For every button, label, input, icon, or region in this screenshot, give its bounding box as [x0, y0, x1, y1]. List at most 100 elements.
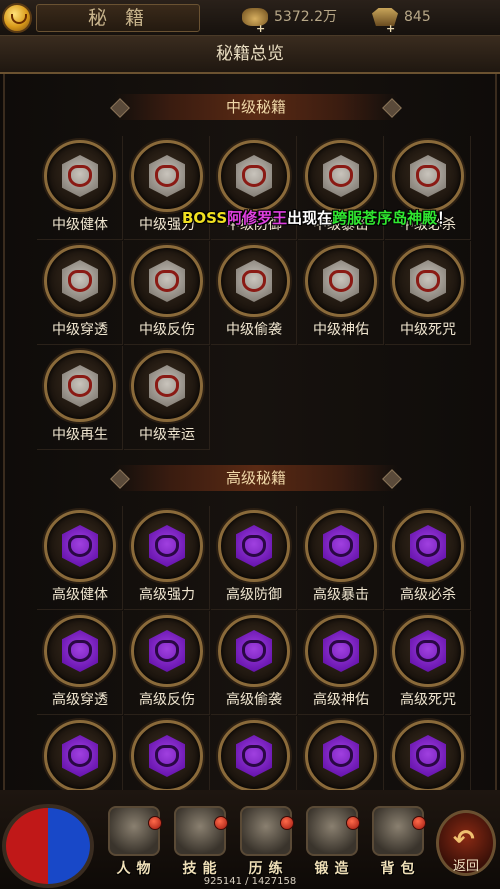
ingot-resource[interactable]: + 845 — [372, 6, 492, 35]
skill-cell[interactable]: 中级神佑 — [298, 241, 384, 345]
skill-cell[interactable]: 高级强力 — [124, 506, 210, 610]
skill-cell[interactable]: 高级偷袭 — [211, 611, 297, 715]
skill-label: 高级暴击 — [313, 587, 369, 603]
skill-badge-icon — [392, 615, 464, 687]
skill-label: 中级幸运 — [139, 427, 195, 443]
boss-announcement: BOSS阿修罗王出现在跨服苍序岛神殿！ — [182, 207, 452, 228]
section-title-mid: 中级秘籍 — [115, 94, 397, 120]
skill-badge-icon — [131, 615, 203, 687]
skill-cell[interactable]: 中级幸运 — [124, 346, 210, 450]
skill-glyph-icon — [329, 640, 353, 662]
skill-glyph-icon — [242, 640, 266, 662]
skill-cell[interactable]: 中级穿透 — [37, 241, 123, 345]
skill-glyph-icon — [68, 270, 92, 292]
skill-badge-icon — [44, 720, 116, 792]
skill-glyph-icon — [242, 535, 266, 557]
section-title-high: 高级秘籍 — [115, 465, 397, 491]
skill-label: 高级必杀 — [400, 587, 456, 603]
page-tab-title: 秘籍 — [36, 4, 200, 32]
skill-badge-icon — [305, 615, 377, 687]
skill-cell[interactable]: 中级死咒 — [385, 241, 471, 345]
gold-resource[interactable]: + 5372.2万 — [242, 6, 360, 35]
skill-glyph-icon — [416, 745, 440, 767]
skill-cell[interactable]: 高级穿透 — [37, 611, 123, 715]
back-arrow-icon: ↶ — [453, 825, 475, 855]
skill-glyph-icon — [329, 535, 353, 557]
top-bar: 秘籍 + 5372.2万 + 845 — [0, 0, 500, 36]
ingot-value: 845 — [404, 9, 431, 25]
skill-cell[interactable]: 中级再生 — [37, 346, 123, 450]
skill-cell[interactable]: 高级防御 — [211, 506, 297, 610]
skill-badge-icon — [392, 245, 464, 317]
skill-book-icon — [174, 806, 228, 856]
skill-badge-icon — [44, 510, 116, 582]
skill-glyph-icon — [68, 165, 92, 187]
skill-badge-icon — [131, 245, 203, 317]
notification-dot-icon — [214, 816, 228, 830]
skill-cell[interactable]: 高级暴击 — [298, 506, 384, 610]
nav-item[interactable]: 技能 — [170, 806, 230, 877]
skill-cell[interactable]: 高级必杀 — [385, 506, 471, 610]
skill-badge-icon — [305, 140, 377, 212]
back-button[interactable]: ↶ 返回 — [436, 810, 496, 876]
notification-dot-icon — [412, 816, 426, 830]
skill-glyph-icon — [416, 165, 440, 187]
bottom-nav: 人物 技能 历练 锻造 背包 ↶ 返回 925141 / 1427158 — [0, 790, 500, 889]
notification-dot-icon — [280, 816, 294, 830]
skill-glyph-icon — [155, 270, 179, 292]
skill-label: 高级强力 — [139, 587, 195, 603]
skill-badge-icon — [305, 245, 377, 317]
skill-glyph-icon — [242, 270, 266, 292]
nav-item[interactable]: 背包 — [368, 806, 428, 877]
skill-badge-icon — [392, 720, 464, 792]
coin-face-icon[interactable] — [2, 3, 32, 33]
notification-dot-icon — [346, 816, 360, 830]
skill-glyph-icon — [155, 375, 179, 397]
skill-badge-icon — [131, 140, 203, 212]
skill-label: 中级死咒 — [400, 322, 456, 338]
skill-cell[interactable]: 高级健体 — [37, 506, 123, 610]
skill-badge-icon — [44, 350, 116, 422]
skill-cell[interactable]: 中级反伤 — [124, 241, 210, 345]
skill-badge-icon — [218, 510, 290, 582]
nav-label: 锻造 — [314, 861, 355, 877]
skill-cell[interactable]: 中级健体 — [37, 136, 123, 240]
skill-badge-icon — [305, 720, 377, 792]
skill-label: 中级神佑 — [313, 322, 369, 338]
skill-badge-icon — [305, 510, 377, 582]
nav-item[interactable]: 历练 — [236, 806, 296, 877]
skill-label: 高级健体 — [52, 587, 108, 603]
skill-glyph-icon — [416, 535, 440, 557]
armor-icon — [240, 806, 294, 856]
skill-glyph-icon — [68, 375, 92, 397]
skill-glyph-icon — [329, 270, 353, 292]
skill-cell[interactable]: 高级死咒 — [385, 611, 471, 715]
skill-badge-icon — [131, 350, 203, 422]
nav-item[interactable]: 人物 — [104, 806, 164, 877]
skill-label: 中级偷袭 — [226, 322, 282, 338]
skill-cell[interactable]: 高级反伤 — [124, 611, 210, 715]
skill-glyph-icon — [68, 535, 92, 557]
skill-badge-icon — [218, 615, 290, 687]
nav-label: 背包 — [380, 861, 421, 877]
skill-label: 高级反伤 — [139, 692, 195, 708]
announce-mid: 出现在 — [287, 209, 333, 227]
skill-label: 中级穿透 — [52, 322, 108, 338]
skill-badge-icon — [44, 140, 116, 212]
skill-glyph-icon — [329, 745, 353, 767]
announce-boss: BOSS — [182, 209, 228, 227]
skill-label: 高级防御 — [226, 587, 282, 603]
skill-glyph-icon — [155, 535, 179, 557]
bag-icon — [372, 806, 426, 856]
skill-label: 高级死咒 — [400, 692, 456, 708]
skill-label: 高级穿透 — [52, 692, 108, 708]
skill-badge-icon — [218, 140, 290, 212]
nav-item[interactable]: 锻造 — [302, 806, 362, 877]
skill-cell[interactable]: 中级偷袭 — [211, 241, 297, 345]
skill-label: 中级反伤 — [139, 322, 195, 338]
anvil-icon — [306, 806, 360, 856]
skill-cell[interactable]: 高级神佑 — [298, 611, 384, 715]
skill-badge-icon — [131, 510, 203, 582]
skill-glyph-icon — [155, 640, 179, 662]
nav-label: 技能 — [182, 861, 223, 877]
